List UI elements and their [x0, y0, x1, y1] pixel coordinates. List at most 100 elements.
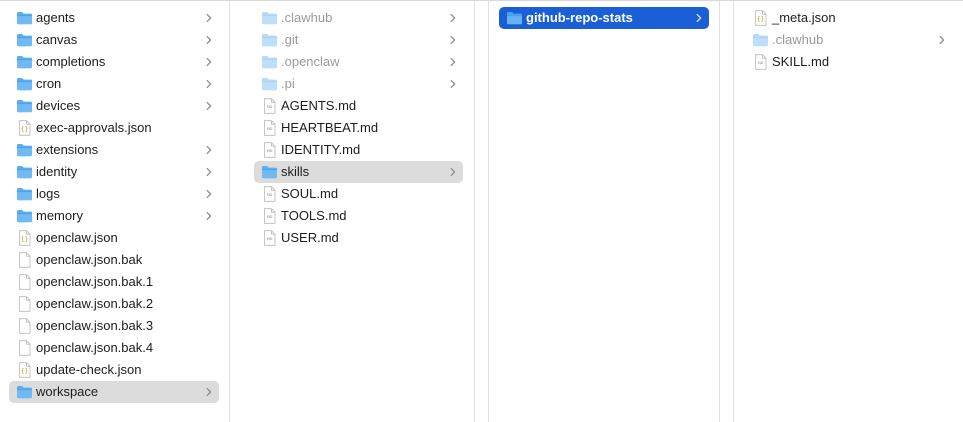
chevron-right-icon	[938, 32, 946, 48]
folder-icon	[261, 164, 278, 180]
column-skills[interactable]: github-repo-stats	[489, 1, 719, 422]
folder-item-devices[interactable]: devices	[9, 95, 219, 117]
blank-file-icon	[16, 274, 33, 290]
file-item-openclaw-json[interactable]: {} openclaw.json	[9, 227, 219, 249]
folder-icon	[261, 54, 278, 70]
blank-file-icon	[16, 340, 33, 356]
blank-file-icon	[16, 252, 33, 268]
folder-icon	[261, 32, 278, 48]
svg-text:MD: MD	[267, 105, 273, 109]
file-item-agents-md[interactable]: MD AGENTS.md	[254, 95, 463, 117]
item-label: extensions	[36, 142, 99, 157]
file-item-tools-md[interactable]: MD TOOLS.md	[254, 205, 463, 227]
file-item-user-md[interactable]: MD USER.md	[254, 227, 463, 249]
file-item-identity-md[interactable]: MD IDENTITY.md	[254, 139, 463, 161]
svg-text:{}: {}	[21, 235, 29, 243]
file-item-exec-approvals-json[interactable]: {} exec-approvals.json	[9, 117, 219, 139]
file-item-openclaw-json-bak-2[interactable]: openclaw.json.bak.2	[9, 293, 219, 315]
json-file-icon: {}	[16, 230, 33, 246]
folder-item-workspace[interactable]: workspace	[9, 381, 219, 403]
file-item-meta-json[interactable]: {} _meta.json	[745, 7, 952, 29]
file-item-heartbeat-md[interactable]: MD HEARTBEAT.md	[254, 117, 463, 139]
column-workspace[interactable]: .clawhub .git .openclaw .pi MD AGENTS.md MD HEA…	[244, 1, 473, 422]
blank-file-icon	[16, 318, 33, 334]
item-label: .clawhub	[281, 10, 333, 25]
svg-text:MD: MD	[267, 237, 273, 241]
column-github-repo-stats[interactable]: {} _meta.json .clawhub MD SKILL.md	[734, 1, 963, 422]
item-label: IDENTITY.md	[281, 142, 361, 157]
item-label: identity	[36, 164, 78, 179]
column-divider[interactable]	[229, 1, 230, 422]
folder-icon	[16, 186, 33, 202]
item-label: devices	[36, 98, 81, 113]
folder-item-skills[interactable]: skills	[254, 161, 463, 183]
chevron-right-icon	[205, 164, 213, 180]
folder-item-canvas[interactable]: canvas	[9, 29, 219, 51]
folder-item-memory[interactable]: memory	[9, 205, 219, 227]
md-file-icon: MD	[261, 98, 278, 114]
md-file-icon: MD	[261, 142, 278, 158]
chevron-right-icon	[205, 384, 213, 400]
item-label: AGENTS.md	[281, 98, 357, 113]
folder-icon	[16, 54, 33, 70]
folder-item-agents[interactable]: agents	[9, 7, 219, 29]
svg-text:MD: MD	[267, 149, 273, 153]
item-label: .git	[281, 32, 299, 47]
folder-item-git[interactable]: .git	[254, 29, 463, 51]
file-item-openclaw-json-bak-3[interactable]: openclaw.json.bak.3	[9, 315, 219, 337]
folder-item-logs[interactable]: logs	[9, 183, 219, 205]
item-label: agents	[36, 10, 76, 25]
md-file-icon: MD	[261, 230, 278, 246]
folder-icon	[16, 32, 33, 48]
folder-icon	[16, 10, 33, 26]
folder-item-completions[interactable]: completions	[9, 51, 219, 73]
file-item-openclaw-json-bak-4[interactable]: openclaw.json.bak.4	[9, 337, 219, 359]
item-label: HEARTBEAT.md	[281, 120, 379, 135]
item-label: USER.md	[281, 230, 339, 245]
file-item-update-check-json[interactable]: {} update-check.json	[9, 359, 219, 381]
folder-item-openclaw[interactable]: .openclaw	[254, 51, 463, 73]
column-divider[interactable]	[474, 1, 475, 422]
folder-item-clawhub[interactable]: .clawhub	[254, 7, 463, 29]
chevron-right-icon	[449, 54, 457, 70]
chevron-right-icon	[205, 10, 213, 26]
chevron-right-icon	[449, 32, 457, 48]
item-label: SOUL.md	[281, 186, 339, 201]
svg-text:{}: {}	[21, 125, 29, 133]
folder-icon	[16, 76, 33, 92]
folder-icon	[16, 164, 33, 180]
item-label: .pi	[281, 76, 295, 91]
column-divider[interactable]	[719, 1, 720, 422]
file-item-skill-md[interactable]: MD SKILL.md	[745, 51, 952, 73]
folder-item-extensions[interactable]: extensions	[9, 139, 219, 161]
item-label: SKILL.md	[772, 54, 830, 69]
folder-item-identity[interactable]: identity	[9, 161, 219, 183]
md-file-icon: MD	[261, 120, 278, 136]
item-label: TOOLS.md	[281, 208, 347, 223]
file-item-soul-md[interactable]: MD SOUL.md	[254, 183, 463, 205]
file-item-openclaw-json-bak-1[interactable]: openclaw.json.bak.1	[9, 271, 219, 293]
folder-icon	[16, 384, 33, 400]
item-label: openclaw.json.bak.4	[36, 340, 154, 355]
column-root[interactable]: agents canvas completions cron devices {} exec…	[0, 1, 229, 422]
item-label: logs	[36, 186, 60, 201]
chevron-right-icon	[205, 98, 213, 114]
folder-icon	[16, 98, 33, 114]
svg-text:MD: MD	[758, 61, 764, 65]
svg-text:{}: {}	[757, 15, 765, 23]
folder-item-pi[interactable]: .pi	[254, 73, 463, 95]
chevron-right-icon	[205, 54, 213, 70]
item-label: github-repo-stats	[526, 10, 633, 25]
chevron-right-icon	[449, 164, 457, 180]
folder-item-cron[interactable]: cron	[9, 73, 219, 95]
file-item-openclaw-json-bak[interactable]: openclaw.json.bak	[9, 249, 219, 271]
item-label: openclaw.json.bak	[36, 252, 143, 267]
folder-icon	[16, 142, 33, 158]
folder-item-github-repo-stats[interactable]: github-repo-stats	[499, 7, 709, 29]
chevron-right-icon	[449, 76, 457, 92]
item-label: exec-approvals.json	[36, 120, 152, 135]
folder-item-clawhub[interactable]: .clawhub	[745, 29, 952, 51]
md-file-icon: MD	[261, 208, 278, 224]
svg-text:MD: MD	[267, 127, 273, 131]
item-label: openclaw.json.bak.1	[36, 274, 154, 289]
